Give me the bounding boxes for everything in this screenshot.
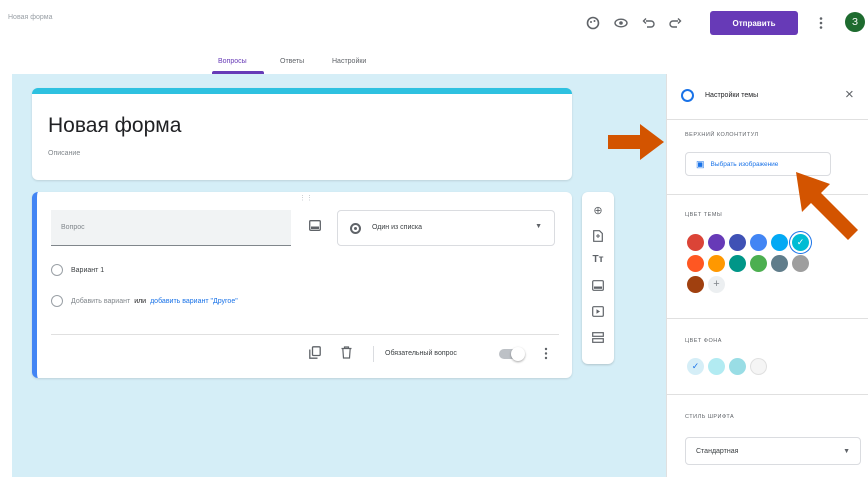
theme-color-swatch[interactable] <box>708 255 725 272</box>
panel-title: Настройки темы <box>705 92 759 99</box>
close-icon[interactable]: × <box>845 86 854 103</box>
redo-icon[interactable] <box>666 14 684 32</box>
arrow-shape <box>608 124 664 160</box>
theme-color-swatch[interactable] <box>792 255 809 272</box>
drag-handle-icon[interactable]: ⋮⋮ <box>299 194 313 202</box>
theme-color-swatch[interactable] <box>729 255 746 272</box>
add-question-icon[interactable]: ⊕ <box>582 204 614 217</box>
add-video-icon[interactable] <box>582 306 614 320</box>
theme-color-swatch[interactable] <box>771 234 788 251</box>
add-image-icon[interactable] <box>582 280 614 294</box>
document-title[interactable]: Новая форма <box>8 14 52 21</box>
add-other-link[interactable]: добавить вариант "Другое" <box>150 298 238 305</box>
undo-icon[interactable] <box>640 14 658 32</box>
panel-header: Настройки темы × <box>667 74 868 120</box>
bg-color-label: ЦВЕТ ФОНА <box>685 338 722 344</box>
theme-color-label: ЦВЕТ ТЕМЫ <box>685 212 723 218</box>
duplicate-icon[interactable] <box>309 346 321 362</box>
add-image-icon[interactable] <box>309 220 321 234</box>
bg-color-swatch[interactable]: ✓ <box>687 358 704 375</box>
bg-color-swatch[interactable] <box>729 358 746 375</box>
tab-questions[interactable]: Вопросы <box>218 58 247 65</box>
dropdown-arrow-icon: ▼ <box>843 448 850 455</box>
annotation-arrow-right <box>608 124 664 160</box>
palette-icon <box>681 89 694 102</box>
theme-color-swatch[interactable] <box>687 255 704 272</box>
font-style-select[interactable]: Стандартная ▼ <box>685 437 861 465</box>
form-canvas: Новая форма Описание ⋮⋮ Вопрос Один из с… <box>12 74 666 477</box>
question-card[interactable]: ⋮⋮ Вопрос Один из списка ▼ Вариант 1 Доб… <box>32 192 572 378</box>
check-icon: ✓ <box>691 361 700 371</box>
form-description[interactable]: Описание <box>48 150 80 157</box>
theme-color-swatch[interactable] <box>771 255 788 272</box>
divider <box>51 334 559 335</box>
image-icon: ▣ <box>696 158 705 169</box>
form-title-card[interactable]: Новая форма Описание <box>32 88 572 180</box>
question-input[interactable]: Вопрос <box>51 210 291 246</box>
divider <box>667 394 868 395</box>
palette-icon[interactable] <box>584 14 602 32</box>
divider <box>373 346 374 362</box>
theme-panel: Настройки темы × ВЕРХНИЙ КОЛОНТИТУЛ ▣ Вы… <box>666 74 868 477</box>
tab-settings[interactable]: Настройки <box>332 58 366 65</box>
add-section-icon[interactable] <box>582 332 614 346</box>
theme-color-swatch[interactable] <box>750 255 767 272</box>
or-text: или <box>134 297 147 305</box>
preview-eye-icon[interactable] <box>612 14 630 32</box>
add-title-icon[interactable]: Tт <box>582 254 614 265</box>
add-option-link[interactable]: Добавить вариант <box>71 298 130 305</box>
required-toggle[interactable] <box>499 347 525 361</box>
form-tabs: Вопросы Ответы Настройки <box>0 48 665 74</box>
radio-circle-icon <box>51 295 63 307</box>
floating-toolbar: ⊕ Tт <box>582 192 614 364</box>
font-style-value: Стандартная <box>696 448 739 455</box>
question-type-label: Один из списка <box>372 224 422 231</box>
bg-color-swatch[interactable] <box>750 358 767 375</box>
arrow-shape <box>796 172 858 240</box>
top-bar: Новая форма Отправить З <box>0 0 868 48</box>
more-vert-icon[interactable] <box>543 347 549 363</box>
theme-color-swatch[interactable] <box>687 234 704 251</box>
theme-color-swatch[interactable] <box>750 234 767 251</box>
theme-color-swatch[interactable] <box>708 234 725 251</box>
radio-button-icon <box>350 223 361 234</box>
question-type-select[interactable]: Один из списка ▼ <box>337 210 555 246</box>
required-label: Обязательный вопрос <box>385 350 457 357</box>
header-section-label: ВЕРХНИЙ КОЛОНТИТУЛ <box>685 132 759 138</box>
choose-image-label: Выбрать изображение <box>710 160 779 168</box>
form-title[interactable]: Новая форма <box>48 114 181 138</box>
radio-circle-icon <box>51 264 63 276</box>
send-button[interactable]: Отправить <box>710 11 798 35</box>
bg-color-swatch[interactable] <box>708 358 725 375</box>
avatar[interactable]: З <box>845 12 865 32</box>
add-option-row: Добавить вариант или добавить вариант "Д… <box>51 293 238 309</box>
delete-icon[interactable] <box>341 346 352 362</box>
theme-color-swatch[interactable] <box>687 276 704 293</box>
annotation-arrow-diagonal <box>796 172 858 240</box>
import-questions-icon[interactable] <box>582 230 614 245</box>
more-vert-icon[interactable] <box>812 14 830 32</box>
option-row[interactable]: Вариант 1 <box>51 262 104 278</box>
option-label[interactable]: Вариант 1 <box>71 267 104 274</box>
tab-responses[interactable]: Ответы <box>280 58 304 65</box>
divider <box>667 318 868 319</box>
dropdown-arrow-icon: ▼ <box>535 223 542 230</box>
font-style-label: СТИЛЬ ШРИФТА <box>685 414 735 420</box>
theme-color-swatch[interactable] <box>729 234 746 251</box>
add-custom-color-icon[interactable]: + <box>708 276 725 293</box>
